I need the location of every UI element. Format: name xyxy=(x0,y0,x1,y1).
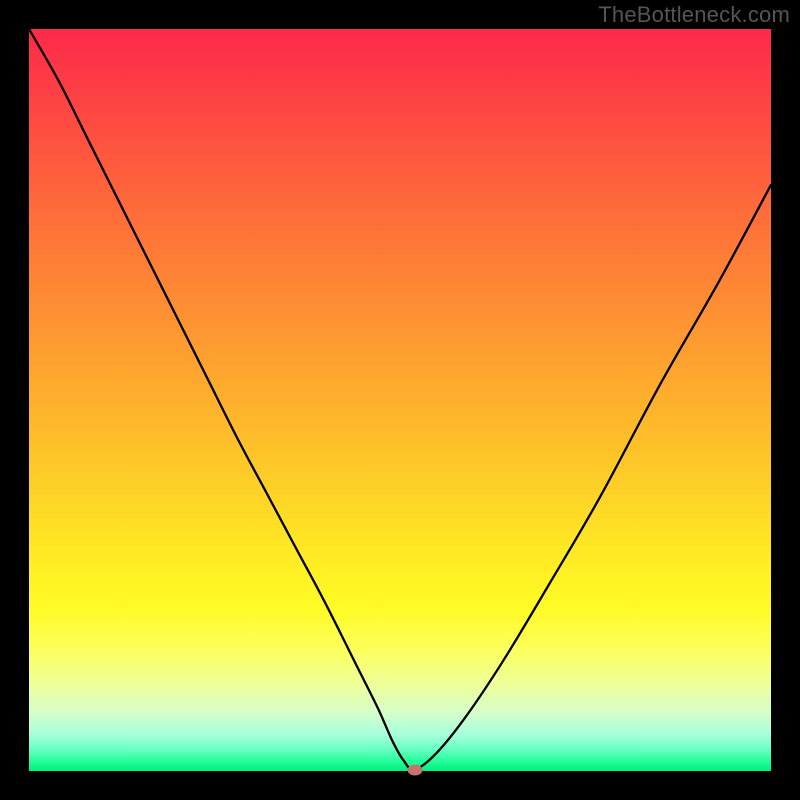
chart-frame: TheBottleneck.com xyxy=(0,0,800,800)
bottleneck-curve xyxy=(29,29,771,770)
optimum-marker xyxy=(407,764,422,775)
curve-svg xyxy=(29,29,771,771)
watermark-text: TheBottleneck.com xyxy=(598,2,790,28)
plot-area xyxy=(29,29,771,771)
